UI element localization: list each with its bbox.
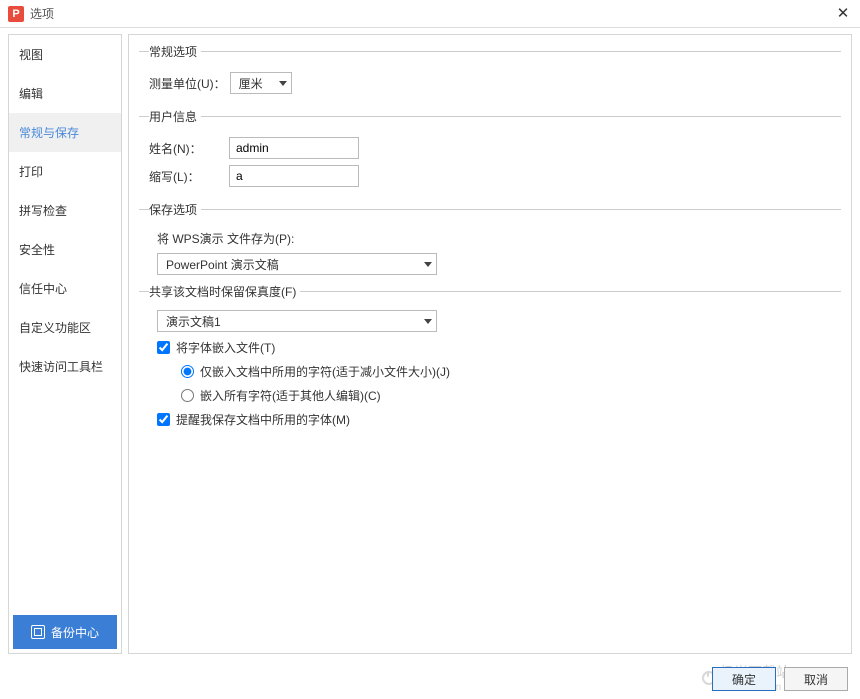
embed-fonts-checkbox[interactable] <box>157 341 170 354</box>
doc-combo[interactable]: 演示文稿1 <box>157 310 437 332</box>
sidebar-item-security[interactable]: 安全性 <box>9 230 121 269</box>
doc-combo-value: 演示文稿1 <box>166 313 221 330</box>
unit-combo[interactable]: 厘米 <box>230 72 292 94</box>
initials-label: 缩写(L)： <box>149 168 225 185</box>
chevron-down-icon <box>424 262 432 267</box>
embed-used-only-radio[interactable] <box>181 365 194 378</box>
content-panel: 常规选项 测量单位(U)： 厘米 用户信息 姓名(N)： 缩写(L)： 保存选项 <box>128 34 852 654</box>
embed-fonts-label: 将字体嵌入文件(T) <box>176 339 275 356</box>
sidebar-item-quick-access[interactable]: 快速访问工具栏 <box>9 347 121 386</box>
remind-label: 提醒我保存文档中所用的字体(M) <box>176 411 350 428</box>
embed-used-only-label: 仅嵌入文档中所用的字符(适于减小文件大小)(J) <box>200 363 450 380</box>
saveas-combo-value: PowerPoint 演示文稿 <box>166 256 279 273</box>
close-button[interactable]: ✕ <box>834 4 852 22</box>
initials-input[interactable] <box>229 165 359 187</box>
remind-checkbox[interactable] <box>157 413 170 426</box>
main-area: 视图 编辑 常规与保存 打印 拼写检查 安全性 信任中心 自定义功能区 快速访问… <box>0 28 860 654</box>
save-options-group: 保存选项 将 WPS演示 文件存为(P): PowerPoint 演示文稿 <box>139 201 841 277</box>
general-options-legend: 常规选项 <box>149 43 201 60</box>
cancel-button[interactable]: 取消 <box>784 667 848 691</box>
user-info-group: 用户信息 姓名(N)： 缩写(L)： <box>139 108 841 195</box>
save-options-legend: 保存选项 <box>149 201 201 218</box>
sidebar-item-edit[interactable]: 编辑 <box>9 74 121 113</box>
sidebar-list: 视图 编辑 常规与保存 打印 拼写检查 安全性 信任中心 自定义功能区 快速访问… <box>9 35 121 611</box>
user-info-legend: 用户信息 <box>149 108 201 125</box>
sidebar-item-trust-center[interactable]: 信任中心 <box>9 269 121 308</box>
backup-center-button[interactable]: 备份中心 <box>13 615 117 649</box>
titlebar: P 选项 ✕ <box>0 0 860 28</box>
saveas-combo[interactable]: PowerPoint 演示文稿 <box>157 253 437 275</box>
sidebar-item-general-save[interactable]: 常规与保存 <box>9 113 121 152</box>
unit-label: 测量单位(U)： <box>149 75 226 92</box>
embed-all-label: 嵌入所有字符(适于其他人编辑)(C) <box>200 387 381 404</box>
sidebar: 视图 编辑 常规与保存 打印 拼写检查 安全性 信任中心 自定义功能区 快速访问… <box>8 34 122 654</box>
sidebar-item-print[interactable]: 打印 <box>9 152 121 191</box>
backup-icon <box>31 625 45 639</box>
sidebar-item-customize-ribbon[interactable]: 自定义功能区 <box>9 308 121 347</box>
app-icon: P <box>8 6 24 22</box>
name-input[interactable] <box>229 137 359 159</box>
chevron-down-icon <box>424 319 432 324</box>
fidelity-legend: 共享该文档时保留保真度(F) <box>149 283 300 300</box>
footer-buttons: 确定 取消 <box>712 667 848 691</box>
sidebar-item-spellcheck[interactable]: 拼写检查 <box>9 191 121 230</box>
chevron-down-icon <box>279 81 287 86</box>
unit-combo-value: 厘米 <box>239 75 263 92</box>
ok-button[interactable]: 确定 <box>712 667 776 691</box>
backup-center-label: 备份中心 <box>51 624 99 641</box>
window-title: 选项 <box>30 5 54 22</box>
sidebar-item-view[interactable]: 视图 <box>9 35 121 74</box>
name-label: 姓名(N)： <box>149 140 225 157</box>
general-options-group: 常规选项 测量单位(U)： 厘米 <box>139 43 841 102</box>
embed-all-radio[interactable] <box>181 389 194 402</box>
fidelity-group: 共享该文档时保留保真度(F) 演示文稿1 将字体嵌入文件(T) 仅嵌入文档中所用… <box>139 283 841 437</box>
saveas-label: 将 WPS演示 文件存为(P): <box>157 230 294 247</box>
